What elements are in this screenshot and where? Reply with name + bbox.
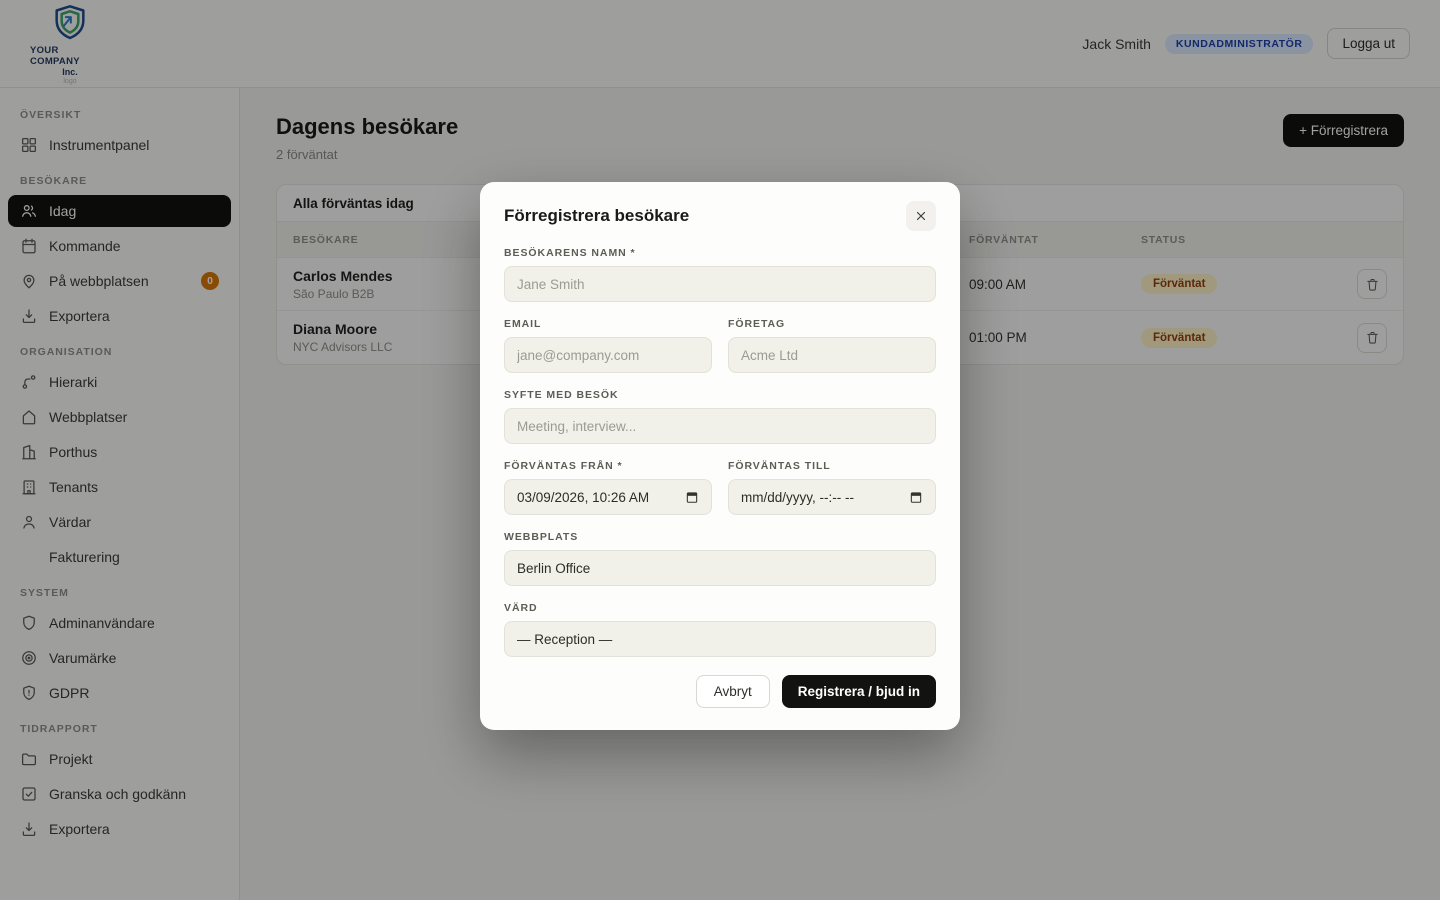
host-select[interactable]: — Reception —: [504, 621, 936, 657]
email-field-group: EMAIL: [504, 318, 712, 373]
host-label: VÄRD: [504, 602, 936, 614]
modal-title: Förregistrera besökare: [504, 206, 689, 226]
email-input[interactable]: [504, 337, 712, 373]
expected-to-datetime-input[interactable]: mm/dd/yyyy, --:-- --: [728, 479, 936, 515]
visitor-name-label: BESÖKARENS NAMN *: [504, 247, 936, 259]
email-label: EMAIL: [504, 318, 712, 330]
site-field-group: WEBBPLATS Berlin Office: [504, 531, 936, 586]
visitor-name-field-group: BESÖKARENS NAMN *: [504, 247, 936, 302]
calendar-picker-icon[interactable]: [685, 490, 699, 504]
expected-times-row: FÖRVÄNTAS FRÅN * 03/09/2026, 10:26 AM FÖ…: [504, 444, 936, 515]
cancel-button[interactable]: Avbryt: [696, 675, 770, 708]
register-invite-button[interactable]: Registrera / bjud in: [782, 675, 936, 708]
site-selected-value: Berlin Office: [517, 561, 590, 576]
expected-from-label: FÖRVÄNTAS FRÅN *: [504, 460, 712, 472]
close-icon: [914, 209, 928, 223]
company-label: FÖRETAG: [728, 318, 936, 330]
modal-footer: Avbryt Registrera / bjud in: [504, 675, 936, 708]
expected-from-value: 03/09/2026, 10:26 AM: [517, 490, 649, 505]
modal-header: Förregistrera besökare: [504, 201, 936, 231]
preregister-modal: Förregistrera besökare BESÖKARENS NAMN *…: [480, 182, 960, 730]
company-field-group: FÖRETAG: [728, 318, 936, 373]
purpose-input[interactable]: [504, 408, 936, 444]
expected-from-datetime-input[interactable]: 03/09/2026, 10:26 AM: [504, 479, 712, 515]
site-label: WEBBPLATS: [504, 531, 936, 543]
host-selected-value: — Reception —: [517, 632, 612, 647]
expected-to-value: mm/dd/yyyy, --:-- --: [741, 490, 854, 505]
host-field-group: VÄRD — Reception —: [504, 602, 936, 657]
site-select[interactable]: Berlin Office: [504, 550, 936, 586]
close-button[interactable]: [906, 201, 936, 231]
expected-to-field-group: FÖRVÄNTAS TILL mm/dd/yyyy, --:-- --: [728, 460, 936, 515]
purpose-field-group: SYFTE MED BESÖK: [504, 389, 936, 444]
purpose-label: SYFTE MED BESÖK: [504, 389, 936, 401]
expected-from-field-group: FÖRVÄNTAS FRÅN * 03/09/2026, 10:26 AM: [504, 460, 712, 515]
expected-to-label: FÖRVÄNTAS TILL: [728, 460, 936, 472]
email-company-row: EMAIL FÖRETAG: [504, 302, 936, 373]
calendar-picker-icon[interactable]: [909, 490, 923, 504]
visitor-name-input[interactable]: [504, 266, 936, 302]
company-input[interactable]: [728, 337, 936, 373]
